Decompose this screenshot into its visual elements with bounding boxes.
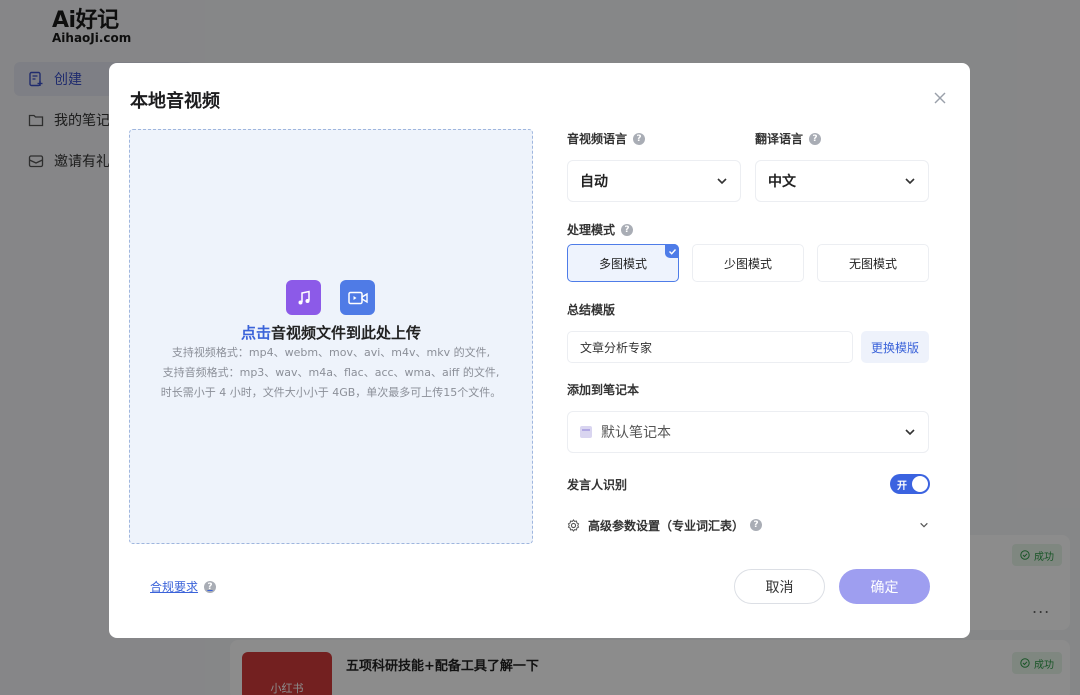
language-select[interactable]: 自动 [567,160,741,202]
translation-select[interactable]: 中文 [755,160,929,202]
close-icon[interactable] [932,90,948,106]
chevron-down-icon [920,522,928,528]
notebook-select[interactable]: 默认笔记本 [567,411,929,453]
notebook-icon [580,426,592,438]
notebook-label: 添加到笔记本 [567,383,640,397]
template-field[interactable]: 文章分析专家 [567,331,853,363]
mode-option-no-images[interactable]: 无图模式 [817,244,929,282]
upload-dialog: 本地音视频 点击音视频文件到此处上传 支持视频格式：mp4、webm、mov、a… [109,63,970,638]
audio-formats-text: 支持音频格式：mp3、wav、m4a、flac、acc、wma、aiff 的文件… [162,366,500,379]
mode-option-few-images[interactable]: 少图模式 [692,244,804,282]
translation-label: 翻译语言? [755,130,822,147]
gear-icon [567,518,580,532]
video-formats-text: 支持视频格式：mp4、webm、mov、avi、m4v、mkv 的文件, [171,346,491,359]
toggle-knob [912,476,928,492]
chevron-down-icon [905,178,915,185]
cancel-button[interactable]: 取消 [734,569,825,604]
file-type-icons [286,280,375,315]
mode-label: 处理模式? [567,221,634,238]
video-icon [340,280,375,315]
language-label: 音视频语言? [567,130,646,147]
change-template-button[interactable]: 更换模版 [861,331,929,363]
template-label: 总结模版 [567,303,616,317]
upload-prompt: 点击音视频文件到此处上传 [240,324,422,342]
dialog-title: 本地音视频 [130,91,220,112]
confirm-button[interactable]: 确定 [839,569,930,604]
file-dropzone[interactable]: 点击音视频文件到此处上传 支持视频格式：mp4、webm、mov、avi、m4v… [129,129,533,544]
upload-limits-text: 时长需小于 4 小时，文件大小小于 4GB，单次最多可上传15个文件。 [160,386,502,399]
chevron-down-icon [717,178,727,185]
music-icon [286,280,321,315]
check-icon [665,244,679,258]
compliance-link[interactable]: 合规要求 ? [150,578,217,595]
help-icon[interactable]: ? [204,580,217,593]
help-icon[interactable]: ? [809,132,822,145]
advanced-settings-toggle[interactable]: 高级参数设置（专业词汇表） ? [567,515,929,535]
speaker-label: 发言人识别 [567,478,628,492]
mode-option-multi-image[interactable]: 多图模式 [567,244,679,282]
chevron-down-icon [905,429,915,436]
help-icon[interactable]: ? [750,519,763,531]
help-icon[interactable]: ? [621,223,634,236]
speaker-toggle[interactable]: 开 [890,474,930,494]
help-icon[interactable]: ? [633,132,646,145]
upload-click-link[interactable]: 点击 [241,324,271,342]
